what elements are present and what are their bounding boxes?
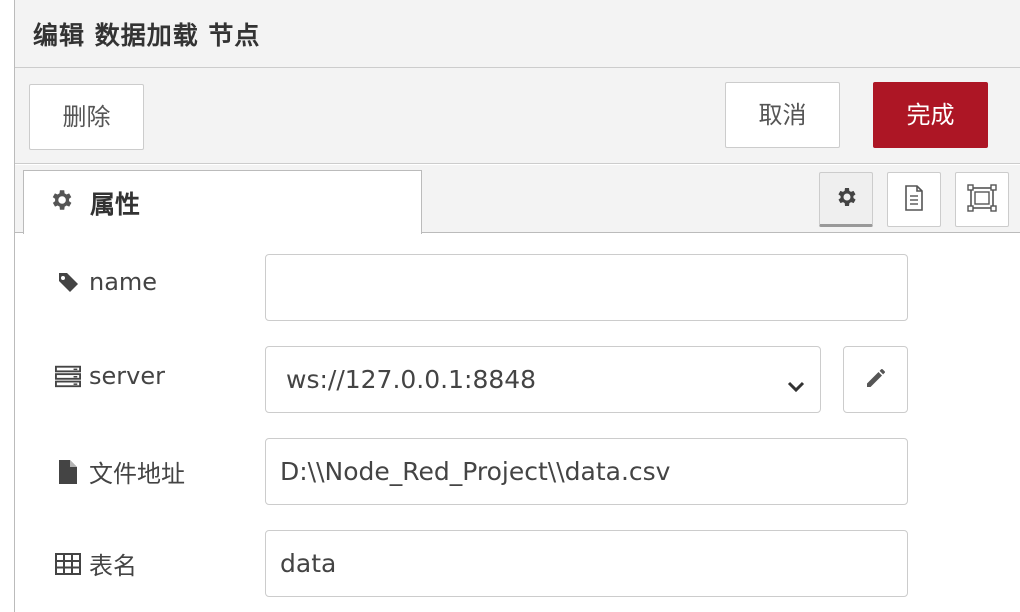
tabs-row: 属性	[15, 165, 1020, 234]
server-label: server	[55, 362, 165, 390]
server-icon	[55, 363, 81, 389]
table-name-label: 表名	[55, 546, 137, 581]
table-name-label-text: 表名	[89, 552, 137, 580]
table-name-input[interactable]: data	[265, 530, 908, 597]
frame-icon	[967, 183, 997, 216]
appearance-tab-button[interactable]	[955, 172, 1009, 227]
name-input[interactable]	[265, 254, 908, 321]
server-label-text: server	[89, 362, 165, 390]
tab-properties-label: 属性	[90, 190, 141, 219]
server-select-value: ws://127.0.0.1:8848	[286, 365, 537, 394]
gear-icon	[834, 185, 858, 213]
properties-form: name server ws://127.0.0.1:8848 文件地址 D:\…	[15, 234, 1020, 612]
edit-node-dialog: 编辑 数据加载 节点 删除 取消 完成 属性 name server ws://…	[14, 0, 1020, 612]
delete-button[interactable]: 删除	[29, 84, 144, 150]
document-icon	[902, 184, 926, 216]
server-select[interactable]: ws://127.0.0.1:8848	[265, 346, 821, 413]
settings-tab-button[interactable]	[819, 172, 873, 227]
cancel-button[interactable]: 取消	[725, 82, 840, 148]
name-label-text: name	[89, 268, 158, 296]
file-icon	[55, 459, 81, 485]
table-icon	[55, 551, 81, 577]
chevron-down-icon	[786, 371, 806, 400]
file-path-label: 文件地址	[55, 454, 185, 489]
gear-icon	[48, 187, 74, 213]
edit-server-button[interactable]	[843, 346, 908, 413]
dialog-toolbar: 删除 取消 完成	[15, 68, 1020, 164]
done-button[interactable]: 完成	[873, 82, 988, 148]
file-path-input[interactable]: D:\\Node_Red_Project\\data.csv	[265, 438, 908, 505]
dialog-header: 编辑 数据加载 节点	[15, 0, 1020, 68]
tag-icon	[55, 269, 81, 295]
tab-properties[interactable]: 属性	[23, 170, 422, 234]
file-path-label-text: 文件地址	[89, 460, 185, 488]
name-label: name	[55, 268, 157, 296]
pencil-icon	[864, 366, 888, 394]
description-tab-button[interactable]	[887, 172, 941, 227]
dialog-title: 编辑 数据加载 节点	[33, 21, 261, 50]
